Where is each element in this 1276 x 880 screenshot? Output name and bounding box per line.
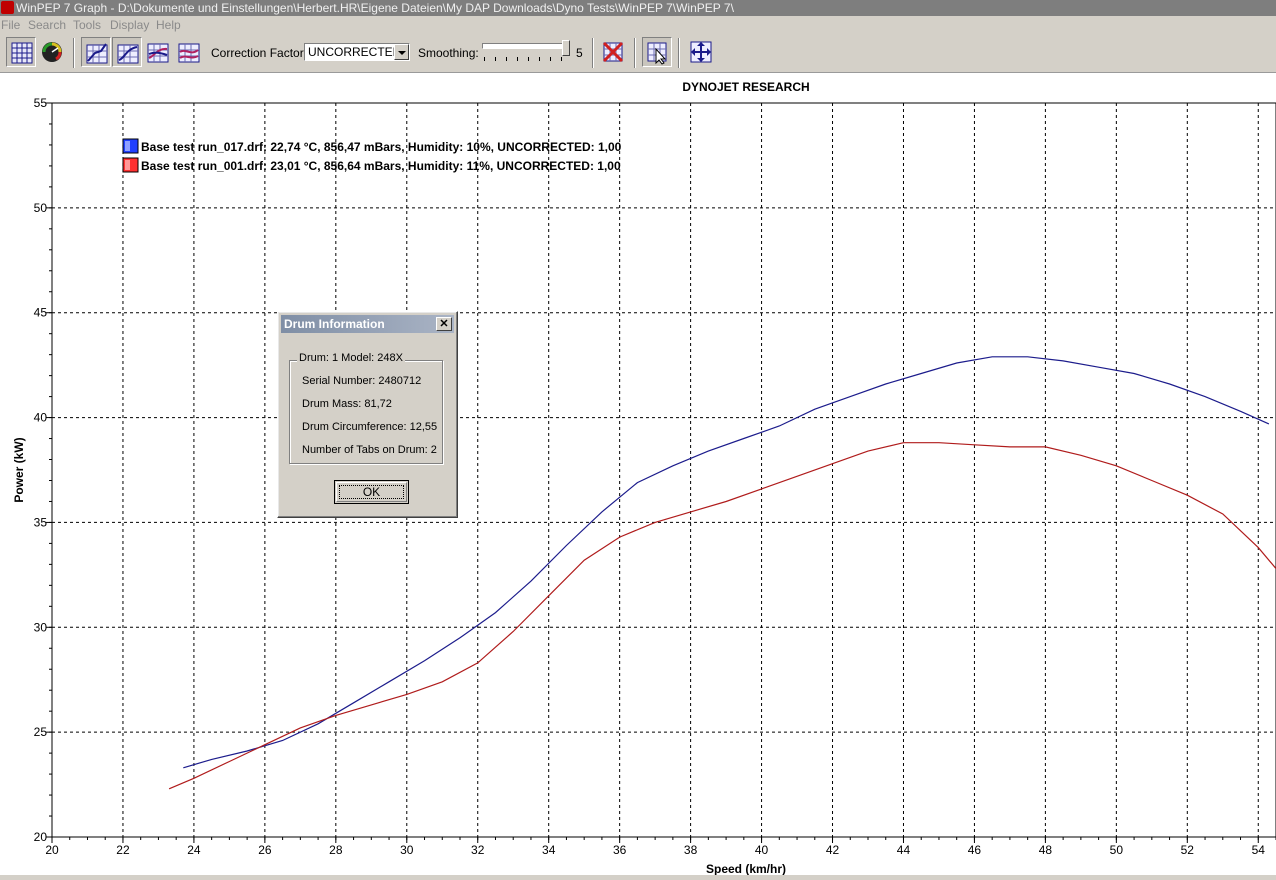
y-tick-label: 55: [34, 96, 48, 110]
chart-title: DYNOJET RESEARCH: [682, 80, 809, 94]
x-tick-label: 26: [258, 843, 272, 857]
graph-overlay-button[interactable]: [174, 37, 204, 67]
smoothing-label: Smoothing:: [418, 46, 479, 60]
y-tick-label: 35: [34, 515, 48, 529]
slider-thumb[interactable]: [562, 40, 570, 56]
smoothing-slider[interactable]: [480, 40, 570, 64]
toolbar-separator: [678, 38, 680, 68]
x-tick-label: 36: [613, 843, 627, 857]
ok-button[interactable]: OK: [334, 480, 409, 504]
power-chart[interactable]: DYNOJET RESEARCH 20 22 24 26 28 30 32 34 36 38 40 42…: [0, 73, 1276, 876]
y-tick-label: 50: [34, 201, 48, 215]
close-button[interactable]: ✕: [436, 317, 452, 331]
chevron-down-icon[interactable]: [394, 44, 409, 60]
dialog-title: Drum Information: [284, 317, 385, 331]
x-tick-label: 48: [1039, 843, 1053, 857]
legend-label-1: Base test run_017.drf: 22,74 °C, 856,47 …: [141, 140, 622, 154]
toolbar-separator: [634, 38, 636, 68]
x-tick-label: 42: [826, 843, 840, 857]
x-tick-label: 20: [45, 843, 59, 857]
drum-mass: Drum Mass: 81,72: [302, 398, 392, 410]
x-tick-label: 52: [1181, 843, 1195, 857]
x-tick-label: 54: [1252, 843, 1266, 857]
move-arrows-icon: [690, 41, 712, 63]
y-tick-label: 25: [34, 725, 48, 739]
smoothing-value: 5: [576, 46, 583, 60]
graph-curve-icon: [117, 44, 139, 64]
x-tick-label: 22: [116, 843, 130, 857]
cursor-icon: [647, 42, 667, 65]
y-tick-label: 20: [34, 830, 48, 844]
graph-power-button[interactable]: [81, 37, 111, 67]
toolbar-separator: [592, 38, 594, 68]
legend-label-2: Base test run_001.drf: 23,01 °C, 856,64 …: [141, 159, 621, 173]
app-icon[interactable]: [1, 1, 14, 14]
menu-file[interactable]: File: [1, 18, 20, 32]
drum-circumference: Drum Circumference: 12,55: [302, 421, 438, 433]
graph-curve-button[interactable]: [112, 37, 142, 67]
toolbar: Correction Factor: Smoothing:: [0, 34, 1276, 73]
correction-factor-select[interactable]: UNCORRECTED: [304, 43, 410, 61]
menu-bar: File Search Tools Display Help: [0, 16, 1276, 34]
correction-factor-label: Correction Factor:: [211, 46, 308, 60]
slider-ticks: [484, 57, 564, 61]
y-tick-label: 45: [34, 306, 48, 320]
x-tick-label: 50: [1110, 843, 1124, 857]
y-axis-label: Power (kW): [12, 437, 26, 502]
menu-display[interactable]: Display: [110, 18, 149, 32]
x-tick-label: 44: [897, 843, 911, 857]
graph-multi-icon: [147, 43, 169, 63]
x-tick-label: 38: [684, 843, 698, 857]
close-icon: ✕: [439, 318, 449, 330]
graph-multi-button[interactable]: [143, 37, 173, 67]
x-tick-label: 46: [968, 843, 982, 857]
slider-track[interactable]: [482, 43, 566, 49]
y-tick-label: 40: [34, 411, 48, 425]
legend-swatch-shine: [125, 160, 130, 170]
window-title: WinPEP 7 Graph - D:\Dokumente und Einste…: [16, 1, 734, 15]
tabs-on-drum: Number of Tabs on Drum: 2: [302, 444, 437, 456]
correction-factor-value: UNCORRECTED: [308, 45, 402, 59]
x-tick-label: 40: [755, 843, 769, 857]
serial-number: Serial Number: 2480712: [302, 375, 422, 387]
x-tick-label: 32: [471, 843, 485, 857]
menu-search[interactable]: Search: [28, 18, 66, 32]
y-tick-label: 30: [34, 620, 48, 634]
x-tick-label: 34: [542, 843, 556, 857]
menu-tools[interactable]: Tools: [73, 18, 101, 32]
gauge-icon: [42, 42, 62, 62]
grid-icon: [11, 42, 33, 64]
graph-overlay-icon: [178, 43, 200, 63]
clear-graph-icon: [602, 41, 624, 63]
dialog-title-bar[interactable]: Drum Information ✕: [281, 315, 454, 333]
x-tick-label: 30: [400, 843, 414, 857]
toolbar-separator: [73, 38, 75, 68]
x-tick-label: 24: [187, 843, 201, 857]
grid-view-button[interactable]: [6, 37, 36, 67]
legend-swatch-shine: [125, 141, 130, 151]
title-bar: WinPEP 7 Graph - D:\Dokumente und Einste…: [0, 0, 1276, 16]
graph-area[interactable]: DYNOJET RESEARCH 20 22 24 26 28 30 32 34 36 38 40 42…: [0, 73, 1276, 876]
gauge-button[interactable]: [37, 37, 67, 67]
x-axis-label: Speed (km/hr): [706, 862, 786, 875]
drum-information-dialog: Drum Information ✕ Drum: 1 Model: 248X S…: [277, 311, 458, 518]
graph-grid-icon: [86, 43, 108, 64]
x-tick-label: 28: [329, 843, 343, 857]
menu-help[interactable]: Help: [156, 18, 181, 32]
ok-button-label: OK: [362, 485, 381, 499]
drum-group-label: Drum: 1 Model: 248X: [297, 352, 405, 364]
pan-button[interactable]: [686, 37, 716, 67]
clear-graph-button[interactable]: [598, 37, 628, 67]
cursor-button[interactable]: [642, 37, 672, 67]
